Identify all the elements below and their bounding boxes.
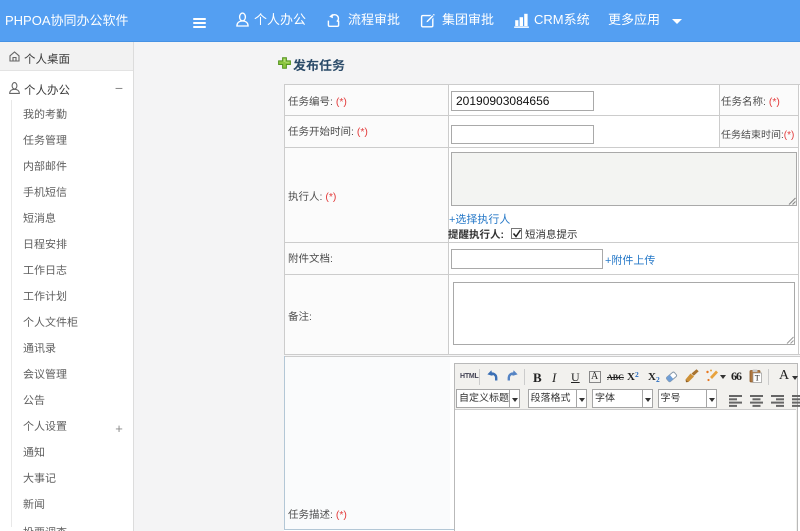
svg-text:T: T [755, 374, 760, 383]
